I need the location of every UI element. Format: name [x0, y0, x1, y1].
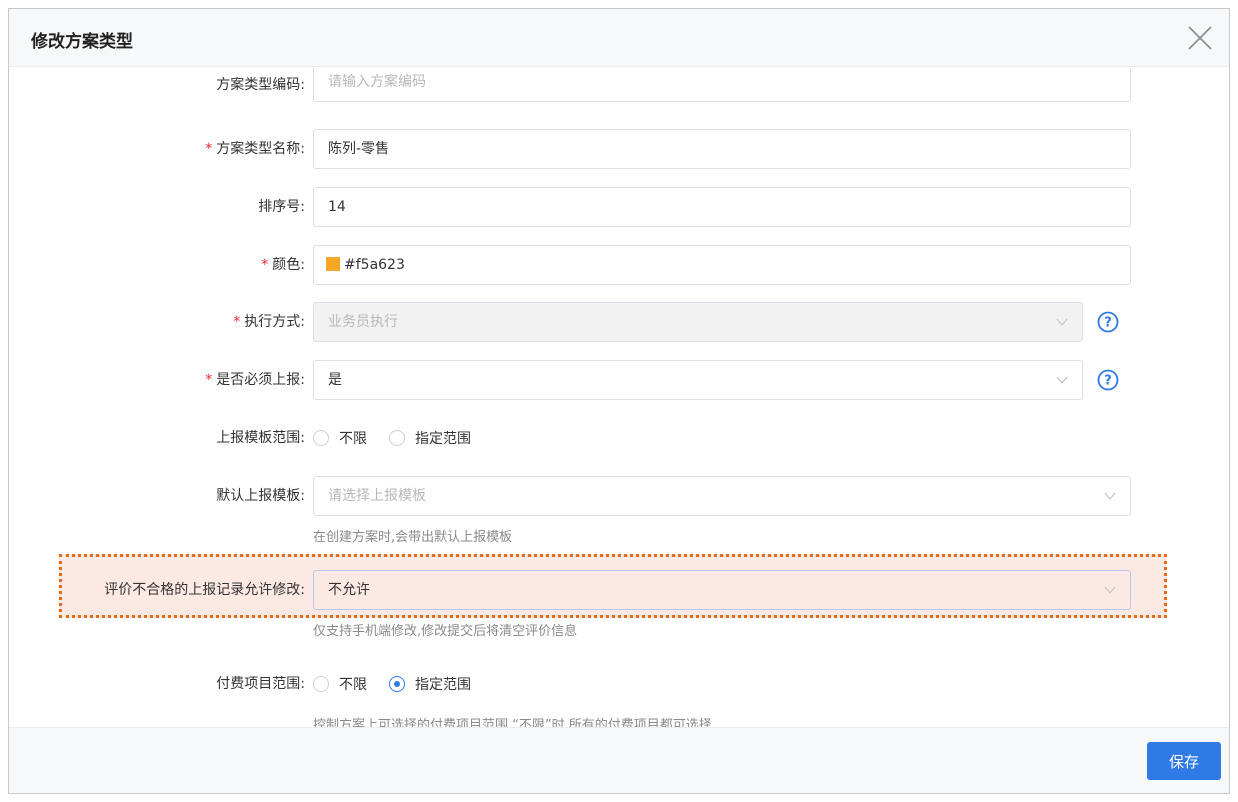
- color-label: * 颜色:: [261, 257, 305, 273]
- fee-scope-hint: 控制方案上可选择的付费项目范围,“不限”时,所有的付费项目都可选择: [313, 718, 712, 728]
- name-input[interactable]: 陈列-零售: [313, 129, 1131, 169]
- must-report-label: * 是否必须上报:: [205, 372, 305, 388]
- default-template-label: 默认上报模板:: [216, 488, 305, 504]
- allow-modify-select[interactable]: 不允许: [313, 570, 1131, 610]
- template-scope-option-specified[interactable]: 指定范围: [389, 428, 471, 448]
- radio-circle: [313, 430, 329, 446]
- default-template-placeholder: 请选择上报模板: [328, 488, 426, 504]
- dialog-title: 修改方案类型: [31, 32, 133, 52]
- radio-circle: [313, 676, 329, 692]
- exec-mode-label: * 执行方式:: [233, 314, 305, 330]
- color-value: #f5a623: [344, 257, 405, 273]
- radio-label: 不限: [339, 677, 367, 693]
- close-icon: [1188, 26, 1212, 50]
- chevron-down-icon: [1104, 491, 1116, 501]
- sort-value: 14: [328, 199, 346, 215]
- exec-mode-select: 业务员执行: [313, 302, 1083, 342]
- code-label: 方案类型编码:: [216, 77, 305, 93]
- name-label: * 方案类型名称:: [205, 141, 305, 157]
- edit-plan-type-dialog: 修改方案类型 方案类型编码: 请输入方案编码 * 方案类型名称: 陈列-零售 排序…: [8, 8, 1230, 794]
- fee-scope-option-specified[interactable]: 指定范围: [389, 674, 471, 694]
- exec-mode-help-icon[interactable]: ?: [1097, 311, 1119, 333]
- allow-modify-hint: 仅支持手机端修改,修改提交后将清空评价信息: [313, 624, 578, 639]
- must-report-help-icon[interactable]: ?: [1097, 369, 1119, 391]
- save-button[interactable]: 保存: [1147, 742, 1221, 780]
- radio-circle: [389, 430, 405, 446]
- template-scope-label: 上报模板范围:: [216, 430, 305, 446]
- close-button[interactable]: [1185, 23, 1215, 53]
- allow-modify-value: 不允许: [328, 582, 370, 598]
- required-mark: *: [205, 141, 213, 157]
- sort-label: 排序号:: [258, 199, 305, 215]
- allow-modify-label: 评价不合格的上报记录允许修改:: [104, 582, 305, 598]
- required-mark: *: [261, 257, 269, 273]
- color-input[interactable]: #f5a623: [313, 245, 1131, 285]
- sort-input[interactable]: 14: [313, 187, 1131, 227]
- code-input[interactable]: 请输入方案编码: [313, 68, 1131, 102]
- must-report-select[interactable]: 是: [313, 360, 1083, 400]
- dialog-header: 修改方案类型: [9, 9, 1229, 67]
- must-report-value: 是: [328, 372, 342, 388]
- code-placeholder: 请输入方案编码: [328, 74, 426, 90]
- exec-mode-value: 业务员执行: [328, 314, 398, 330]
- name-value: 陈列-零售: [328, 141, 390, 157]
- radio-label: 指定范围: [415, 677, 471, 693]
- default-template-hint: 在创建方案时,会带出默认上报模板: [313, 530, 513, 545]
- chevron-down-icon: [1104, 585, 1116, 595]
- radio-label: 指定范围: [415, 431, 471, 447]
- template-scope-radio-group: 不限 指定范围: [313, 428, 493, 448]
- chevron-down-icon: [1056, 375, 1068, 385]
- svg-text:?: ?: [1104, 316, 1112, 331]
- template-scope-option-unlimited[interactable]: 不限: [313, 428, 367, 448]
- fee-scope-option-unlimited[interactable]: 不限: [313, 674, 367, 694]
- radio-circle-checked: [389, 676, 405, 692]
- fee-scope-label: 付费项目范围:: [216, 676, 305, 692]
- dialog-body: 方案类型编码: 请输入方案编码 * 方案类型名称: 陈列-零售 排序号: 14 *…: [9, 68, 1229, 728]
- svg-text:?: ?: [1104, 374, 1112, 389]
- radio-label: 不限: [339, 431, 367, 447]
- required-mark: *: [205, 372, 213, 388]
- required-mark: *: [233, 314, 241, 330]
- fee-scope-radio-group: 不限 指定范围: [313, 674, 493, 694]
- dialog-footer: 保存: [9, 727, 1229, 793]
- chevron-down-icon: [1056, 317, 1068, 327]
- default-template-select[interactable]: 请选择上报模板: [313, 476, 1131, 516]
- color-swatch: [326, 257, 340, 271]
